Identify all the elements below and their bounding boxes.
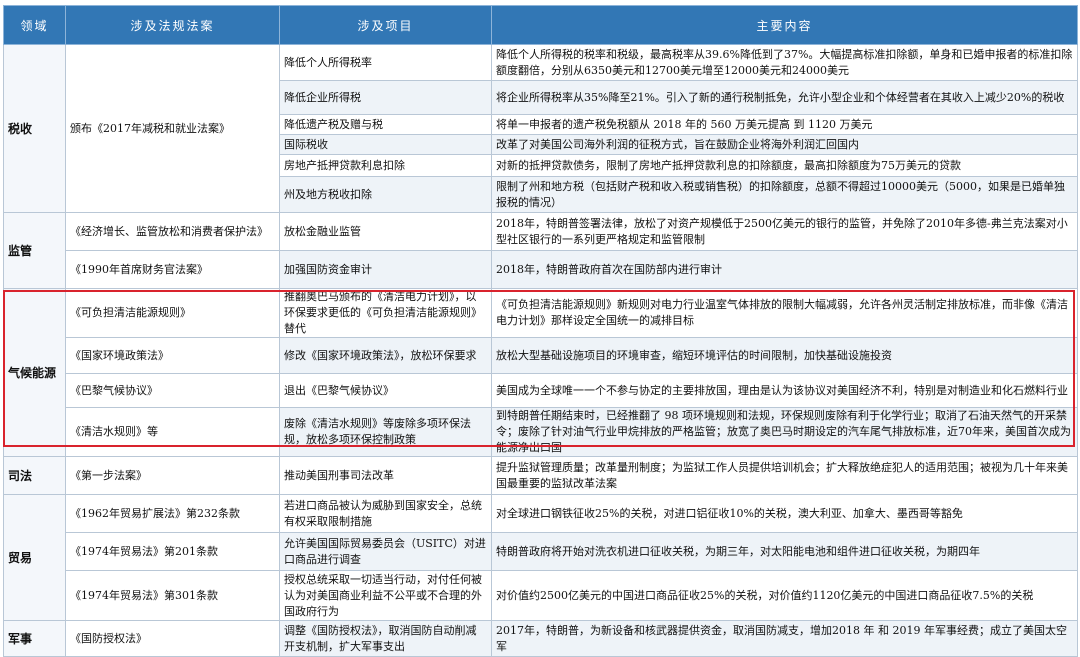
- content-cell: 限制了州和地方税（包括财产税和收入税或销售税）的扣除额度，总额不得超过10000…: [491, 176, 1078, 213]
- content-cell: 对价值约2500亿美元的中国进口商品征收25%的关税，对价值约1120亿美元的中…: [491, 570, 1078, 621]
- item-cell: 授权总统采取一切适当行动，对付任何被认为对美国商业利益不公平或不合理的外国政府行…: [279, 570, 492, 621]
- table-row: 《国家环境政策法》 修改《国家环境政策法》，放松环保要求 放松大型基础设施项目的…: [4, 337, 1078, 374]
- item-cell: 加强国防资金审计: [279, 250, 492, 289]
- item-cell: 房地产抵押贷款利息扣除: [279, 154, 492, 177]
- table-row: 贸易 《1962年贸易扩展法》第232条款 若进口商品被认为威胁到国家安全，总统…: [3, 494, 1078, 621]
- law-cell: 《1974年贸易法》第301条款: [65, 570, 280, 621]
- law-cell: 《1990年首席财务官法案》: [65, 250, 280, 289]
- table-row: 监管 《经济增长、监管放松和消费者保护法》 放松金融业监管 2018年，特朗普签…: [3, 212, 1078, 289]
- content-cell: 2017年，特朗普，为新设备和核武器提供资金，取消国防减支，增加2018 年 和…: [491, 620, 1078, 657]
- law-cell: 《巴黎气候协议》: [65, 373, 280, 408]
- header-row: 领域 涉及法规法案 涉及项目 主要内容: [3, 5, 1078, 45]
- law-cell: 《国家环境政策法》: [65, 337, 280, 374]
- domain-climate: 气候能源: [3, 288, 66, 457]
- table-row: 《清洁水规则》等 废除《清洁水规则》等废除多项环保法规，放松多项环保控制政策 到…: [4, 407, 1078, 457]
- content-cell: 对新的抵押贷款债务，限制了房地产抵押贷款利息的扣除额度，最高扣除额度为75万美元…: [491, 154, 1078, 177]
- item-cell: 州及地方税收扣除: [279, 176, 492, 213]
- header-content: 主要内容: [491, 5, 1078, 45]
- domain-justice: 司法: [3, 456, 66, 495]
- content-cell: 提升监狱管理质量；改革量刑制度；为监狱工作人员提供培训机会；扩大释放绝症犯人的适…: [491, 456, 1078, 495]
- law-cell: 《可负担清洁能源规则》: [65, 288, 280, 338]
- domain-regulation: 监管: [3, 212, 66, 289]
- table-row: 气候能源 《可负担清洁能源规则》 推翻奥巴马颁布的《清洁电力计划》，以环保要求更…: [3, 288, 1078, 457]
- domain-tax: 税收: [3, 44, 66, 213]
- domain-military: 军事: [3, 620, 66, 657]
- item-cell: 退出《巴黎气候协议》: [279, 373, 492, 408]
- content-cell: 降低个人所得税的税率和税级，最高税率从39.6%降低到了37%。大幅提高标准扣除…: [491, 44, 1078, 81]
- item-cell: 国际税收: [279, 134, 492, 155]
- table-row: 税收 颁布《2017年减税和就业法案》 降低个人所得税率 降低个人所得税的税率和…: [3, 44, 1078, 213]
- content-cell: 放松大型基础设施项目的环境审查，缩短环境评估的时间限制，加快基础设施投资: [491, 337, 1078, 374]
- content-cell: 改革了对美国公司海外利润的征税方式，旨在鼓励企业将海外利润汇回国内: [491, 134, 1078, 155]
- table-row: 《1990年首席财务官法案》 加强国防资金审计 2018年，特朗普政府首次在国防…: [4, 250, 1078, 289]
- law-cell: 《国防授权法》: [65, 620, 280, 657]
- content-cell: 将企业所得税率从35%降至21%。引入了新的通行税制抵免，允许小型企业和个体经营…: [491, 80, 1078, 115]
- item-cell: 允许美国国际贸易委员会（USITC）对进口商品进行调查: [279, 532, 492, 571]
- item-cell: 降低遗产税及赠与税: [279, 114, 492, 135]
- header-domain: 领域: [3, 5, 66, 45]
- table-row: 司法 《第一步法案》 推动美国刑事司法改革 提升监狱管理质量；改革量刑制度；为监…: [3, 456, 1078, 495]
- item-cell: 修改《国家环境政策法》，放松环保要求: [279, 337, 492, 374]
- item-cell: 推动美国刑事司法改革: [279, 456, 492, 495]
- content-cell: 《可负担清洁能源规则》新规则对电力行业温室气体排放的限制大幅减弱，允许各州灵活制…: [491, 288, 1078, 338]
- content-cell: 对全球进口钢铁征收25%的关税，对进口铝征收10%的关税，澳大利亚、加拿大、墨西…: [491, 494, 1078, 533]
- content-cell: 将单一申报者的遗产税免税额从 2018 年的 560 万美元提高 到 1120 …: [491, 114, 1078, 135]
- item-cell: 废除《清洁水规则》等废除多项环保法规，放松多项环保控制政策: [279, 407, 492, 457]
- content-cell: 特朗普政府将开始对洗衣机进口征收关税，为期三年，对太阳能电池和组件进口征收关税，…: [491, 532, 1078, 571]
- content-cell: 美国成为全球唯一一个不参与协定的主要排放国，理由是认为该协议对美国经济不利，特别…: [491, 373, 1078, 408]
- header-item: 涉及项目: [279, 5, 492, 45]
- item-cell: 调整《国防授权法》，取消国防自动削减开支机制，扩大军事支出: [279, 620, 492, 657]
- law-cell: 《1974年贸易法》第201条款: [65, 532, 280, 571]
- table-row: 《1974年贸易法》第301条款 授权总统采取一切适当行动，对付任何被认为对美国…: [4, 570, 1078, 621]
- law-cell: 《1962年贸易扩展法》第232条款: [65, 494, 280, 533]
- item-cell: 降低企业所得税: [279, 80, 492, 115]
- item-cell: 若进口商品被认为威胁到国家安全，总统有权采取限制措施: [279, 494, 492, 533]
- table-row: 《巴黎气候协议》 退出《巴黎气候协议》 美国成为全球唯一一个不参与协定的主要排放…: [4, 373, 1078, 408]
- table-row: 军事 《国防授权法》 调整《国防授权法》，取消国防自动削减开支机制，扩大军事支出…: [3, 620, 1078, 657]
- table-row: 《1974年贸易法》第201条款 允许美国国际贸易委员会（USITC）对进口商品…: [4, 532, 1078, 571]
- header-law: 涉及法规法案: [65, 5, 280, 45]
- content-cell: 2018年，特朗普签署法律，放松了对资产规模低于2500亿美元的银行的监管，并免…: [491, 212, 1078, 251]
- item-cell: 放松金融业监管: [279, 212, 492, 251]
- law-cell: 《第一步法案》: [65, 456, 280, 495]
- policy-table: 领域 涉及法规法案 涉及项目 主要内容 税收 颁布《2017年减税和就业法案》 …: [3, 5, 1078, 657]
- law-cell: 颁布《2017年减税和就业法案》: [65, 44, 280, 213]
- content-cell: 2018年，特朗普政府首次在国防部内进行审计: [491, 250, 1078, 289]
- law-cell: 《清洁水规则》等: [65, 407, 280, 457]
- item-cell: 降低个人所得税率: [279, 44, 492, 81]
- item-cell: 推翻奥巴马颁布的《清洁电力计划》，以环保要求更低的《可负担清洁能源规则》替代: [279, 288, 492, 338]
- law-cell: 《经济增长、监管放松和消费者保护法》: [65, 212, 280, 251]
- content-cell: 到特朗普任期结束时，已经推翻了 98 项环境规则和法规，环保规则废除有利于化学行…: [491, 407, 1078, 457]
- domain-trade: 贸易: [3, 494, 66, 621]
